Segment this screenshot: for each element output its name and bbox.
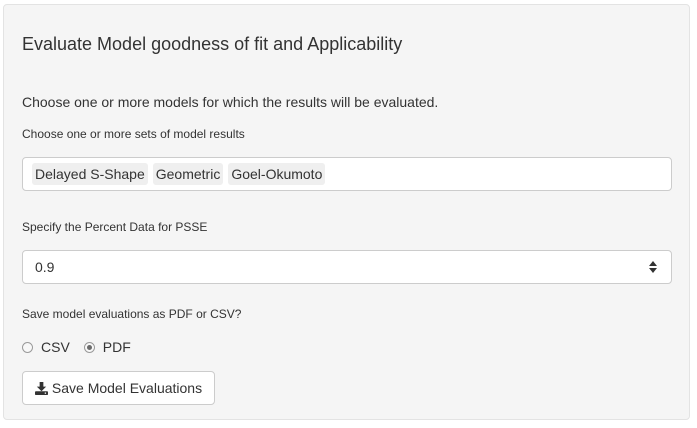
radio-csv[interactable]: [22, 341, 33, 353]
model-chip-geometric[interactable]: Geometric: [152, 163, 224, 185]
save-format-radio-group: CSV PDF: [22, 338, 145, 356]
psse-label: Specify the Percent Data for PSSE: [22, 220, 208, 234]
model-chip-goel-okumoto[interactable]: Goel-Okumoto: [228, 163, 326, 185]
radio-csv-label: CSV: [41, 339, 70, 355]
radio-option-csv[interactable]: CSV: [22, 338, 70, 356]
model-chip-delayed-s-shape[interactable]: Delayed S-Shape: [32, 163, 148, 185]
evaluation-panel: Evaluate Model goodness of fit and Appli…: [3, 4, 690, 420]
spinner-down-icon[interactable]: [649, 268, 657, 273]
save-format-label: Save model evaluations as PDF or CSV?: [22, 307, 242, 321]
psse-value: 0.9: [35, 259, 55, 275]
intro-text: Choose one or more models for which the …: [22, 94, 439, 110]
models-multiselect[interactable]: Delayed S-Shape Geometric Goel-Okumoto: [22, 157, 672, 191]
models-label: Choose one or more sets of model results: [22, 127, 245, 141]
panel-title: Evaluate Model goodness of fit and Appli…: [22, 34, 403, 54]
save-model-evaluations-button[interactable]: Save Model Evaluations: [22, 371, 215, 405]
radio-pdf-label: PDF: [102, 339, 131, 355]
download-icon: [34, 381, 48, 395]
spinner-up-icon[interactable]: [649, 261, 657, 266]
radio-pdf[interactable]: [83, 341, 95, 353]
radio-option-pdf[interactable]: PDF: [83, 338, 131, 356]
number-spinner[interactable]: [647, 257, 659, 277]
save-button-label: Save Model Evaluations: [51, 380, 203, 396]
psse-input[interactable]: 0.9: [22, 250, 672, 284]
